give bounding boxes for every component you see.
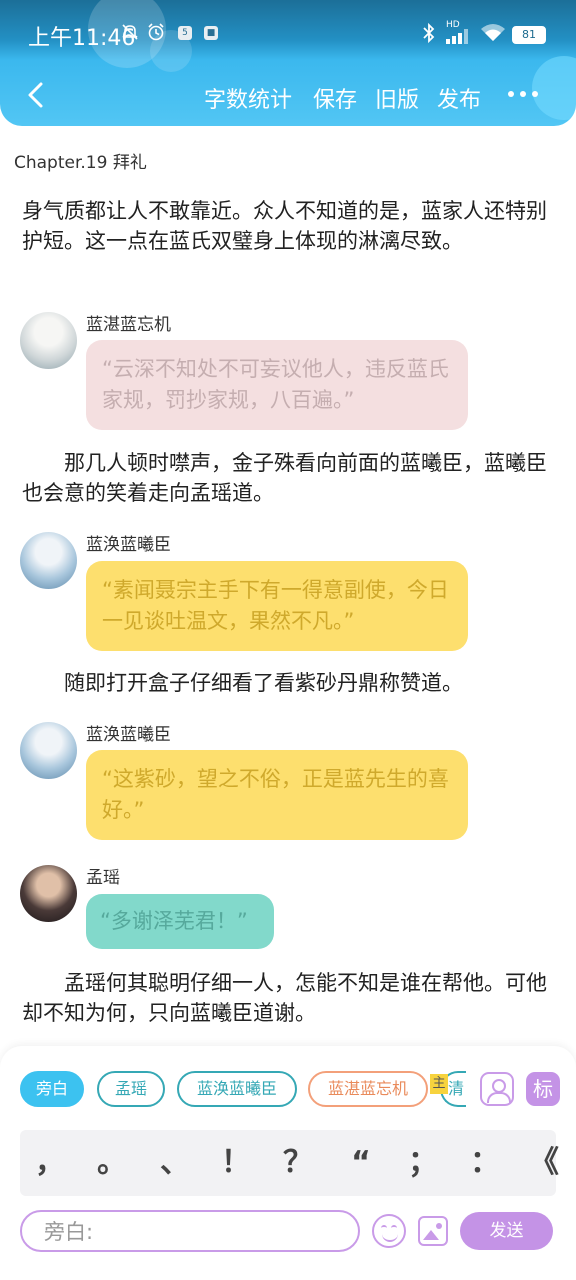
speaker-name: 孟瑶 bbox=[86, 868, 120, 888]
word-count-button[interactable]: 字数统计 bbox=[204, 82, 292, 114]
role-chip-lanxichen[interactable]: 蓝涣蓝曦臣 bbox=[177, 1071, 297, 1107]
message-input[interactable] bbox=[42, 1216, 346, 1248]
punct-semicolon[interactable]: ； bbox=[403, 1138, 443, 1188]
dialogue-bubble[interactable]: “这紫砂，望之不俗，正是蓝先生的喜好。” bbox=[86, 750, 468, 840]
old-version-button[interactable]: 旧版 bbox=[375, 82, 419, 114]
avatar[interactable] bbox=[20, 312, 77, 369]
more-horizontal-icon bbox=[508, 91, 538, 97]
narration-paragraph[interactable]: 那几人顿时噤声，金子殊看向前面的蓝曦臣，蓝曦臣也会意的笑着走向孟瑶道。 bbox=[22, 448, 552, 508]
punct-exclamation[interactable]: ！ bbox=[216, 1138, 256, 1188]
dialogue-bubble[interactable]: “云深不知处不可妄议他人，违反蓝氏家规，罚抄家规，八百遍。” bbox=[86, 340, 468, 430]
dialogue-bubble[interactable]: “素闻聂宗主手下有一得意副使，今日一见谈吐温文，果然不凡。” bbox=[86, 561, 468, 651]
alarm-icon bbox=[146, 22, 166, 48]
save-button[interactable]: 保存 bbox=[313, 82, 357, 114]
speaker-name: 蓝涣蓝曦臣 bbox=[86, 535, 171, 555]
send-button[interactable]: 发送 bbox=[460, 1212, 553, 1250]
avatar[interactable] bbox=[20, 532, 77, 589]
notification-icon: 5 bbox=[178, 26, 192, 40]
app-header: 上午11:46 5 ■ HD 81 字数统计 保存 旧版 发布 bbox=[0, 0, 576, 126]
status-bar: 上午11:46 5 ■ HD 81 bbox=[0, 0, 576, 66]
chapter-title: Chapter.19 拜礼 bbox=[14, 153, 147, 173]
back-button[interactable] bbox=[22, 80, 52, 110]
punct-period[interactable]: 。 bbox=[92, 1138, 132, 1188]
emoji-icon[interactable] bbox=[372, 1214, 406, 1248]
publish-button[interactable]: 发布 bbox=[437, 82, 481, 114]
main-character-tag: 主 bbox=[430, 1074, 448, 1094]
wifi-icon bbox=[480, 22, 506, 48]
role-chip-mengyao[interactable]: 孟瑶 bbox=[97, 1071, 165, 1107]
speaker-name: 蓝涣蓝曦臣 bbox=[86, 725, 171, 745]
punct-comma[interactable]: ， bbox=[30, 1138, 70, 1188]
narration-paragraph[interactable]: 身气质都让人不敢靠近。众人不知道的是，蓝家人还特别护短。这一点在蓝氏双璧身上体现… bbox=[22, 196, 552, 256]
punct-quote[interactable]: “ bbox=[341, 1138, 381, 1188]
dialogue-bubble[interactable]: “多谢泽芜君！” bbox=[86, 894, 274, 949]
punct-pause[interactable]: 、 bbox=[155, 1138, 195, 1188]
punct-colon[interactable]: ： bbox=[465, 1138, 505, 1188]
punct-book-title[interactable]: 《 bbox=[524, 1138, 564, 1188]
role-chip-narrator[interactable]: 旁白 bbox=[20, 1071, 84, 1107]
message-input-wrapper bbox=[20, 1210, 360, 1252]
speaker-name: 蓝湛蓝忘机 bbox=[86, 315, 171, 335]
role-manage-button[interactable] bbox=[480, 1072, 514, 1106]
bluetooth-icon bbox=[420, 22, 438, 50]
narration-paragraph[interactable]: 孟瑶何其聪明仔细一人，怎能不知是谁在帮他。可他却不知为何，只向蓝曦臣道谢。 bbox=[22, 968, 552, 1028]
chevron-left-icon bbox=[28, 82, 43, 108]
bell-off-icon bbox=[120, 22, 140, 48]
notification-icon: ■ bbox=[204, 26, 218, 40]
role-chip-lanwangji[interactable]: 蓝湛蓝忘机 bbox=[308, 1071, 428, 1107]
punct-question[interactable]: ？ bbox=[278, 1138, 318, 1188]
more-button[interactable] bbox=[506, 78, 540, 115]
battery-indicator: 81 bbox=[512, 26, 546, 44]
avatar[interactable] bbox=[20, 722, 77, 779]
narration-paragraph[interactable]: 随即打开盒子仔细看了看紫砂丹鼎称赞道。 bbox=[22, 668, 552, 698]
image-icon[interactable] bbox=[418, 1216, 448, 1246]
avatar[interactable] bbox=[20, 865, 77, 922]
signal-icon bbox=[446, 26, 472, 44]
mark-button[interactable]: 标 bbox=[526, 1072, 560, 1106]
